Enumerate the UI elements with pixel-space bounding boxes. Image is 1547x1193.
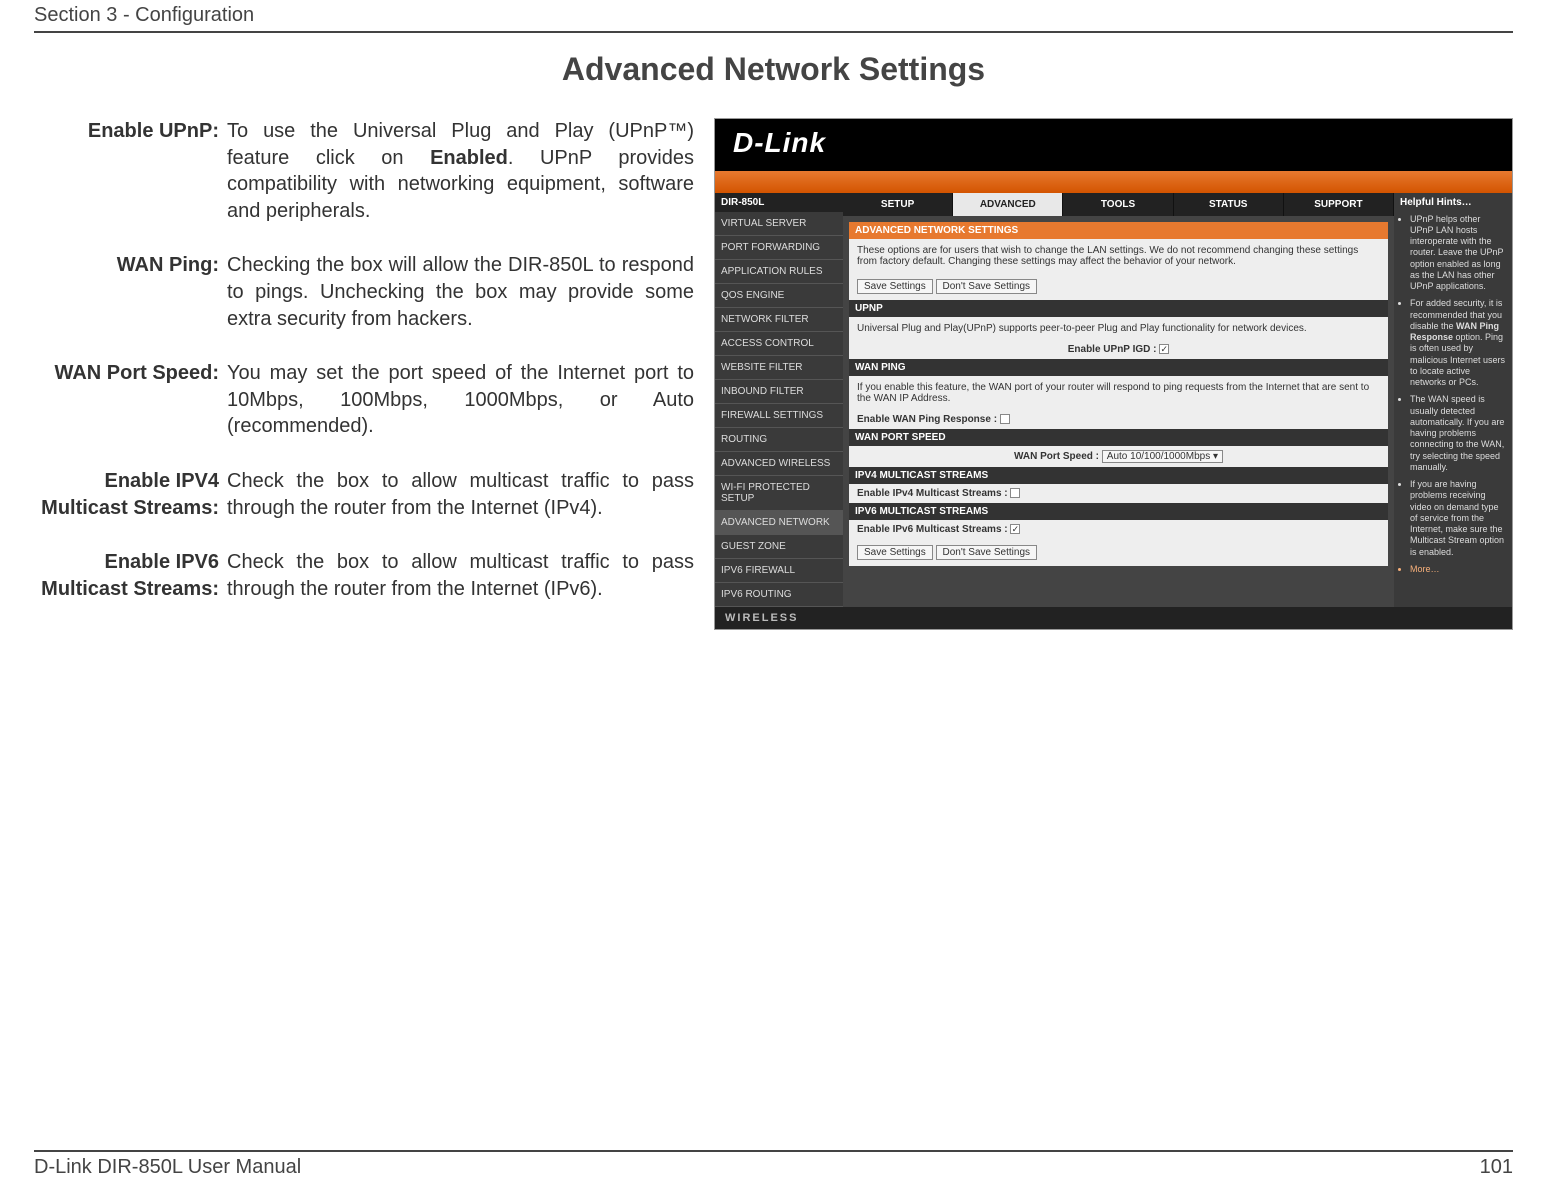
page-title: Advanced Network Settings bbox=[34, 51, 1513, 88]
sidebar-item-access-control[interactable]: ACCESS CONTROL bbox=[715, 332, 843, 356]
sidebar-item-qos-engine[interactable]: QOS ENGINE bbox=[715, 284, 843, 308]
sidebar-item-guest-zone[interactable]: GUEST ZONE bbox=[715, 535, 843, 559]
wanping-field-label: Enable WAN Ping Response : bbox=[857, 414, 997, 425]
def-desc-upnp-bold: Enabled bbox=[430, 147, 508, 169]
support-hints: UPnP helps other UPnP LAN hosts interope… bbox=[1400, 214, 1506, 576]
def-label-ipv4: Enable IPV4 Multicast Streams: bbox=[34, 468, 219, 521]
hint-wanping: For added security, it is recommended th… bbox=[1410, 298, 1506, 388]
wanping-field-row: Enable WAN Ping Response : bbox=[849, 410, 1388, 429]
hint-wanspeed: The WAN speed is usually detected automa… bbox=[1410, 394, 1506, 473]
tab-setup[interactable]: SETUP bbox=[843, 193, 953, 216]
upnp-checkbox[interactable]: ✓ bbox=[1159, 344, 1169, 354]
wanping-checkbox[interactable] bbox=[1000, 414, 1010, 424]
fig-header: D-Link bbox=[715, 119, 1512, 171]
fig-panel: ADVANCED NETWORK SETTINGS These options … bbox=[849, 222, 1388, 566]
ipv6m-bar: IPV6 MULTICAST STREAMS bbox=[849, 503, 1388, 520]
ipv4m-bar: IPV4 MULTICAST STREAMS bbox=[849, 467, 1388, 484]
sidebar-item-port-forwarding[interactable]: PORT FORWARDING bbox=[715, 236, 843, 260]
model-label: DIR-850L bbox=[715, 193, 843, 212]
def-label-wanping: WAN Ping: bbox=[34, 252, 219, 332]
def-desc-upnp: To use the Universal Plug and Play (UPnP… bbox=[227, 118, 694, 224]
hint-multicast: If you are having problems receiving vid… bbox=[1410, 479, 1506, 558]
def-desc-ipv6: Check the box to allow multicast traffic… bbox=[227, 549, 694, 602]
panel-intro: These options are for users that wish to… bbox=[849, 239, 1388, 273]
panel-top-buttons: Save Settings Don't Save Settings bbox=[849, 273, 1388, 300]
footer-page: 101 bbox=[1480, 1156, 1513, 1179]
sidebar-item-website-filter[interactable]: WEBSITE FILTER bbox=[715, 356, 843, 380]
tab-status[interactable]: STATUS bbox=[1174, 193, 1284, 216]
support-more-link[interactable]: More… bbox=[1410, 564, 1506, 575]
sidebar-item-network-filter[interactable]: NETWORK FILTER bbox=[715, 308, 843, 332]
wanport-field-label: WAN Port Speed : bbox=[1014, 451, 1099, 462]
sidebar-item-advanced-network[interactable]: ADVANCED NETWORK bbox=[715, 511, 843, 535]
upnp-field-label: Enable UPnP IGD : bbox=[1068, 344, 1157, 355]
fig-sidebar: DIR-850L VIRTUAL SERVER PORT FORWARDING … bbox=[715, 193, 843, 607]
ipv6m-checkbox[interactable]: ✓ bbox=[1010, 524, 1020, 534]
sidebar-item-virtual-server[interactable]: VIRTUAL SERVER bbox=[715, 212, 843, 236]
support-heading: Helpful Hints… bbox=[1400, 197, 1506, 210]
sidebar-item-firewall-settings[interactable]: FIREWALL SETTINGS bbox=[715, 404, 843, 428]
wanport-field-row: WAN Port Speed : Auto 10/100/1000Mbps ▾ bbox=[849, 446, 1388, 467]
brand-logo: D-Link bbox=[733, 127, 826, 159]
upnp-text: Universal Plug and Play(UPnP) supports p… bbox=[849, 317, 1388, 340]
def-desc-wanping: Checking the box will allow the DIR-850L… bbox=[227, 252, 694, 332]
fig-tabs: SETUP ADVANCED TOOLS STATUS SUPPORT bbox=[843, 193, 1394, 216]
def-label-wanportspeed: WAN Port Speed: bbox=[34, 360, 219, 440]
panel-bottom-buttons: Save Settings Don't Save Settings bbox=[849, 539, 1388, 566]
fig-support: Helpful Hints… UPnP helps other UPnP LAN… bbox=[1394, 193, 1512, 607]
tab-tools[interactable]: TOOLS bbox=[1063, 193, 1173, 216]
section-header: Section 3 - Configuration bbox=[34, 0, 1513, 27]
tab-support[interactable]: SUPPORT bbox=[1284, 193, 1394, 216]
def-label-ipv6: Enable IPV6 Multicast Streams: bbox=[34, 549, 219, 602]
sidebar-item-wps[interactable]: WI-FI PROTECTED SETUP bbox=[715, 476, 843, 511]
wanport-bar: WAN PORT SPEED bbox=[849, 429, 1388, 446]
ipv4m-field-label: Enable IPv4 Multicast Streams : bbox=[857, 488, 1008, 499]
def-desc-wanportspeed: You may set the port speed of the Intern… bbox=[227, 360, 694, 440]
sidebar-item-routing[interactable]: ROUTING bbox=[715, 428, 843, 452]
dont-save-settings-button-top[interactable]: Don't Save Settings bbox=[936, 279, 1038, 294]
def-label-upnp: Enable UPnP: bbox=[34, 118, 219, 224]
save-settings-button-top[interactable]: Save Settings bbox=[857, 279, 933, 294]
def-desc-ipv4: Check the box to allow multicast traffic… bbox=[227, 468, 694, 521]
ipv4m-checkbox[interactable] bbox=[1010, 488, 1020, 498]
wanport-speed-select[interactable]: Auto 10/100/1000Mbps ▾ bbox=[1102, 450, 1223, 463]
wireless-footer: WIRELESS bbox=[715, 607, 1512, 629]
rule-top bbox=[34, 31, 1513, 33]
footer-manual: D-Link DIR-850L User Manual bbox=[34, 1156, 301, 1179]
ipv6m-field-row: Enable IPv6 Multicast Streams : ✓ bbox=[849, 520, 1388, 539]
definitions: Enable UPnP: To use the Universal Plug a… bbox=[34, 118, 694, 602]
ipv6m-field-label: Enable IPv6 Multicast Streams : bbox=[857, 524, 1008, 535]
fig-center: SETUP ADVANCED TOOLS STATUS SUPPORT ADVA… bbox=[843, 193, 1394, 607]
router-ui-screenshot: D-Link DIR-850L VIRTUAL SERVER PORT FORW… bbox=[714, 118, 1513, 630]
upnp-field-row: Enable UPnP IGD : ✓ bbox=[849, 340, 1388, 359]
sidebar-item-application-rules[interactable]: APPLICATION RULES bbox=[715, 260, 843, 284]
fig-band bbox=[715, 171, 1512, 193]
wanping-text: If you enable this feature, the WAN port… bbox=[849, 376, 1388, 410]
sidebar-item-advanced-wireless[interactable]: ADVANCED WIRELESS bbox=[715, 452, 843, 476]
sidebar-item-ipv6-firewall[interactable]: IPV6 FIREWALL bbox=[715, 559, 843, 583]
rule-bottom bbox=[34, 1150, 1513, 1152]
dont-save-settings-button-bottom[interactable]: Don't Save Settings bbox=[936, 545, 1038, 560]
wanport-speed-value: Auto 10/100/1000Mbps bbox=[1107, 451, 1210, 462]
upnp-bar: UPNP bbox=[849, 300, 1388, 317]
ipv4m-field-row: Enable IPv4 Multicast Streams : bbox=[849, 484, 1388, 503]
save-settings-button-bottom[interactable]: Save Settings bbox=[857, 545, 933, 560]
sidebar-item-inbound-filter[interactable]: INBOUND FILTER bbox=[715, 380, 843, 404]
sidebar-item-ipv6-routing[interactable]: IPV6 ROUTING bbox=[715, 583, 843, 607]
panel-heading: ADVANCED NETWORK SETTINGS bbox=[849, 222, 1388, 239]
wanping-bar: WAN PING bbox=[849, 359, 1388, 376]
tab-advanced[interactable]: ADVANCED bbox=[953, 193, 1063, 216]
hint-upnp: UPnP helps other UPnP LAN hosts interope… bbox=[1410, 214, 1506, 293]
